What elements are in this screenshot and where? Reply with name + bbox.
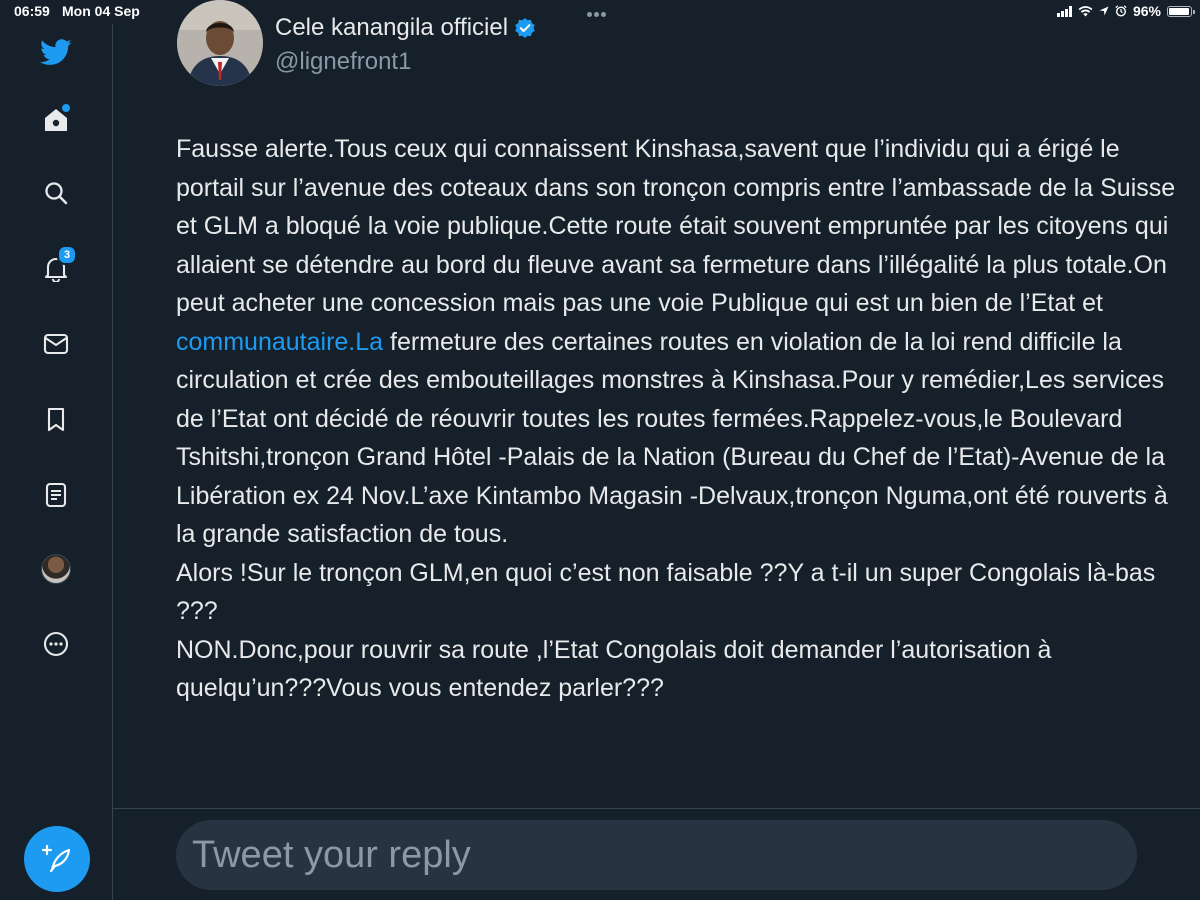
tweet-text-part2: fermeture des certaines routes en violat… [176, 327, 1168, 549]
lists-icon [45, 482, 67, 508]
verified-badge-icon [515, 18, 535, 38]
sidebar-nav: 3 [0, 24, 113, 900]
author-name-row[interactable]: Cele kanangila officiel [275, 14, 536, 42]
search-icon [45, 182, 68, 205]
twitter-logo-icon [40, 38, 72, 65]
bookmark-icon [47, 407, 65, 432]
compose-feather-icon [42, 844, 71, 873]
author-name[interactable]: Cele kanangila officiel [275, 14, 508, 42]
mail-icon [43, 333, 69, 355]
tweet-text-part1: Fausse alerte.Tous ceux qui connaissent … [176, 135, 1176, 317]
sidebar-item-home[interactable] [36, 100, 76, 140]
reply-input[interactable] [190, 832, 1137, 878]
more-icon [43, 631, 69, 657]
sidebar-item-lists[interactable] [36, 475, 76, 515]
sidebar-item-more[interactable] [36, 624, 76, 664]
author-handle[interactable]: @lignefront1 [275, 48, 411, 76]
reply-composer[interactable] [176, 820, 1137, 890]
sidebar-item-messages[interactable] [36, 324, 76, 364]
sidebar-item-bookmarks[interactable] [36, 400, 76, 440]
status-time: 06:59 [14, 3, 50, 19]
sidebar-item-home-logo[interactable] [36, 32, 76, 72]
home-notification-dot [60, 102, 72, 114]
sidebar-item-notifications[interactable]: 3 [36, 245, 77, 289]
sidebar-item-profile[interactable] [36, 549, 76, 589]
tweet-text-paragraph-3: NON.Donc,pour rouvrir sa route ,l’Etat C… [176, 635, 1052, 703]
tweet-text: Fausse alerte.Tous ceux qui connaissent … [176, 130, 1186, 708]
compose-tweet-button[interactable] [24, 826, 90, 892]
divider [113, 808, 1200, 809]
sidebar-item-search[interactable] [36, 173, 76, 213]
author-avatar-photo [177, 0, 263, 86]
tweet-text-paragraph-2: Alors !Sur le tronçon GLM,en quoi c’est … [176, 558, 1156, 626]
profile-avatar [41, 554, 71, 584]
tweet-detail: Cele kanangila officiel @lignefront1 Fau… [113, 0, 1200, 900]
notifications-badge: 3 [57, 245, 77, 265]
tweet-link[interactable]: communautaire.La [176, 328, 383, 356]
author-avatar[interactable] [177, 0, 263, 86]
